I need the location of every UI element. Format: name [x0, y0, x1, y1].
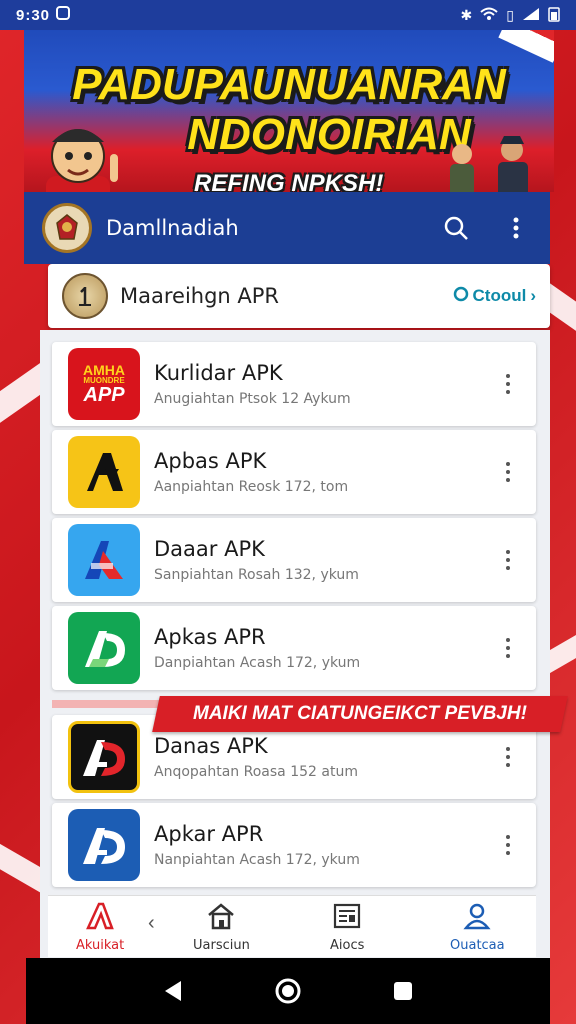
app-subtitle: Anqopahtan Roasa 152 atum	[154, 764, 358, 780]
battery-icon	[548, 6, 560, 25]
list-item[interactable]: Daaar APK Sanpiahtan Rosah 132, ykum	[52, 518, 536, 602]
green-ad-logo-icon	[68, 612, 140, 684]
app-name: Daaar APK	[154, 537, 265, 561]
app-name: Kurlidar APK	[154, 361, 283, 385]
app-subtitle: Nanpiahtan Acash 172, ykum	[154, 852, 360, 868]
overflow-menu-icon[interactable]	[500, 212, 532, 244]
list-item[interactable]: Apkar APR Nanpiahtan Acash 172, ykum	[52, 803, 536, 887]
chevron-right-icon: ›	[530, 286, 536, 305]
back-triangle-icon[interactable]	[158, 976, 188, 1006]
promo-banner[interactable]: PADUPAUNUANRAN NDONOIRIAN REFING NPKSH!	[24, 22, 554, 192]
app-subtitle: Aanpiahtan Reosk 172, tom	[154, 479, 349, 495]
more-options-icon[interactable]	[496, 452, 520, 492]
more-options-icon[interactable]	[496, 628, 520, 668]
notification-icon	[56, 6, 71, 24]
signal-icon	[522, 7, 540, 24]
newspaper-icon	[332, 902, 362, 934]
promo-text: MAIKI MAT CIATUNGEIKCT PEVBJH!	[193, 703, 527, 724]
coin-icon	[62, 273, 108, 319]
vibrate-icon: ▯	[506, 6, 514, 23]
app-bar: Damllnadiah	[24, 192, 550, 264]
app-name: Apbas APK	[154, 449, 267, 473]
more-options-icon[interactable]	[496, 737, 520, 777]
nav-item-aiocs[interactable]: Aiocs	[330, 902, 364, 953]
blue-a-logo-icon	[68, 524, 140, 596]
recents-square-icon[interactable]	[388, 976, 418, 1006]
app-list: AMHA MUONDRE APP Kurlidar APK Anugiahtan…	[40, 330, 550, 960]
app-title: Damllnadiah	[106, 216, 239, 240]
amha-app-icon: AMHA MUONDRE APP	[68, 348, 140, 420]
nav-item-uarsciun[interactable]: Uarsciun	[193, 902, 250, 953]
status-bar: 9:30 ✱ ▯	[0, 0, 576, 30]
bluetooth-icon: ✱	[460, 6, 473, 23]
app-name: Danas APK	[154, 734, 268, 758]
more-options-icon[interactable]	[496, 364, 520, 404]
more-options-icon[interactable]	[496, 540, 520, 580]
promo-ribbon[interactable]: MAIKI MAT CIATUNGEIKCT PEVBJH!	[52, 696, 568, 732]
app-logo-emblem-icon	[42, 203, 92, 253]
nav-label: Ouatcaa	[450, 938, 505, 953]
mascot-character-icon	[46, 129, 118, 192]
people-illustration-icon	[450, 136, 528, 192]
black-a-logo-icon	[68, 436, 140, 508]
a-logo-icon	[85, 902, 115, 934]
list-item[interactable]: Apbas APK Aanpiahtan Reosk 172, tom	[52, 430, 536, 514]
home-circle-icon[interactable]	[273, 976, 303, 1006]
app-subtitle: Anugiahtan Ptsok 12 Aykum	[154, 391, 351, 407]
person-icon	[462, 902, 492, 934]
nav-label: Uarsciun	[193, 938, 250, 953]
ribbon-accent	[52, 700, 172, 708]
house-icon	[206, 902, 236, 934]
chevron-left-icon[interactable]: ‹	[148, 912, 155, 935]
featured-action-label: Ctooul	[472, 286, 527, 305]
status-icons: ✱ ▯	[461, 6, 560, 25]
ribbon-band: MAIKI MAT CIATUNGEIKCT PEVBJH!	[152, 696, 568, 732]
blue-ad-logo-icon	[68, 809, 140, 881]
status-time: 9:30	[16, 6, 51, 24]
search-icon[interactable]	[440, 212, 472, 244]
refresh-circle-icon	[453, 286, 469, 307]
nav-label: Aiocs	[330, 938, 365, 953]
app-name: Apkar APR	[154, 822, 264, 846]
more-options-icon[interactable]	[496, 825, 520, 865]
bottom-navigation: Akuikat ‹ Uarsciun Aiocs Ouatcaa	[48, 895, 536, 957]
app-subtitle: Sanpiahtan Rosah 132, ykum	[154, 567, 359, 583]
list-item[interactable]: AMHA MUONDRE APP Kurlidar APK Anugiahtan…	[52, 342, 536, 426]
nav-item-ouatcaa[interactable]: Ouatcaa	[450, 902, 505, 953]
banner-subtitle: REFING NPKSH!	[194, 170, 384, 192]
app-name: Apkas APR	[154, 625, 266, 649]
icon-text-bottom: APP	[83, 384, 125, 406]
list-item[interactable]: Apkas APR Danpiahtan Acash 172, ykum	[52, 606, 536, 690]
nav-item-home[interactable]: Akuikat	[76, 902, 124, 953]
app-subtitle: Danpiahtan Acash 172, ykum	[154, 655, 361, 671]
featured-app-row[interactable]: Maareihgn APR Ctooul ›	[48, 264, 550, 328]
icon-text-top: AMHA	[83, 362, 125, 378]
wifi-icon	[480, 7, 498, 24]
system-navigation-bar	[26, 958, 550, 1024]
nav-label: Akuikat	[76, 938, 125, 953]
featured-app-name: Maareihgn APR	[120, 284, 280, 308]
featured-action-button[interactable]: Ctooul ›	[453, 286, 536, 307]
banner-title-line1: PADUPAUNUANRAN	[72, 60, 506, 109]
